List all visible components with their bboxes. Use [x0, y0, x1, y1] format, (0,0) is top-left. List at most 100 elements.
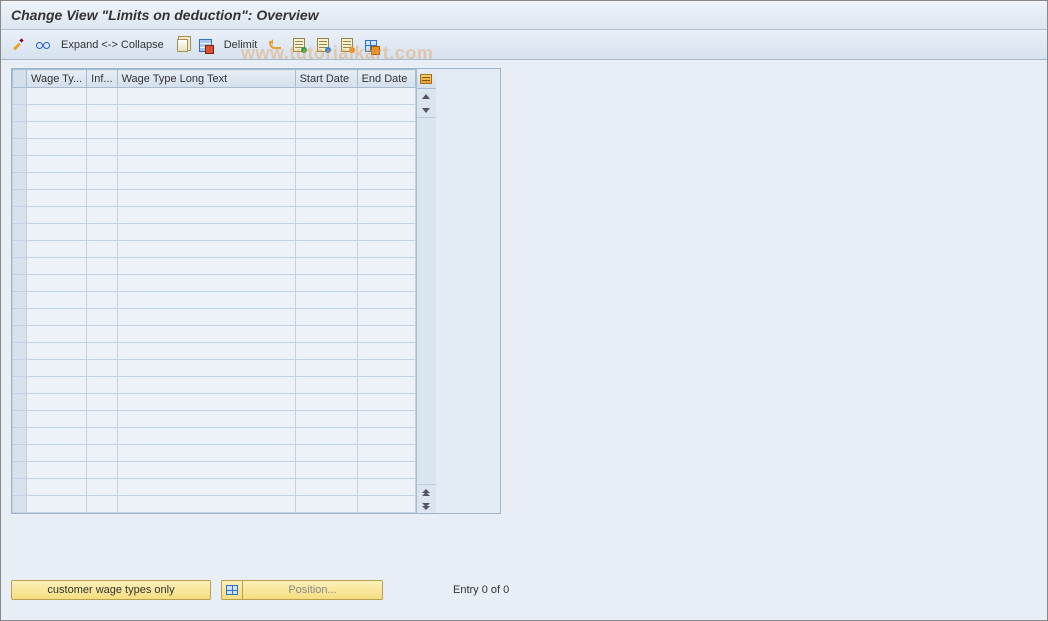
scroll-track[interactable]: [417, 117, 436, 485]
col-long-text[interactable]: Wage Type Long Text: [117, 70, 295, 88]
cell-long-text[interactable]: [117, 377, 295, 394]
cell-start-date[interactable]: [295, 292, 357, 309]
cell-end-date[interactable]: [357, 275, 415, 292]
cell-end-date[interactable]: [357, 394, 415, 411]
data-grid[interactable]: Wage Ty... Inf... Wage Type Long Text St…: [12, 69, 416, 513]
table-row[interactable]: [13, 190, 416, 207]
scroll-page-up-button[interactable]: [417, 485, 436, 499]
cell-long-text[interactable]: [117, 190, 295, 207]
cell-start-date[interactable]: [295, 207, 357, 224]
table-row[interactable]: [13, 207, 416, 224]
cell-wage-type[interactable]: [27, 309, 87, 326]
cell-end-date[interactable]: [357, 462, 415, 479]
cell-wage-type[interactable]: [27, 88, 87, 105]
cell-wage-type[interactable]: [27, 411, 87, 428]
table-row[interactable]: [13, 428, 416, 445]
cell-long-text[interactable]: [117, 428, 295, 445]
cell-end-date[interactable]: [357, 411, 415, 428]
cell-start-date[interactable]: [295, 122, 357, 139]
cell-wage-type[interactable]: [27, 122, 87, 139]
table-row[interactable]: [13, 445, 416, 462]
row-selector[interactable]: [13, 445, 27, 462]
cell-long-text[interactable]: [117, 241, 295, 258]
cell-start-date[interactable]: [295, 343, 357, 360]
cell-start-date[interactable]: [295, 105, 357, 122]
cell-wage-type[interactable]: [27, 462, 87, 479]
col-end-date[interactable]: End Date: [357, 70, 415, 88]
cell-end-date[interactable]: [357, 496, 415, 513]
cell-start-date[interactable]: [295, 479, 357, 496]
cell-end-date[interactable]: [357, 105, 415, 122]
cell-wage-type[interactable]: [27, 496, 87, 513]
table-row[interactable]: [13, 139, 416, 156]
cell-long-text[interactable]: [117, 394, 295, 411]
cell-wage-type[interactable]: [27, 207, 87, 224]
cell-wage-type[interactable]: [27, 428, 87, 445]
row-selector[interactable]: [13, 326, 27, 343]
cell-wage-type[interactable]: [27, 343, 87, 360]
cell-long-text[interactable]: [117, 292, 295, 309]
table-row[interactable]: [13, 360, 416, 377]
row-selector[interactable]: [13, 241, 27, 258]
cell-long-text[interactable]: [117, 309, 295, 326]
row-selector[interactable]: [13, 258, 27, 275]
table-settings-button[interactable]: [361, 35, 381, 55]
table-row[interactable]: [13, 224, 416, 241]
table-row[interactable]: [13, 258, 416, 275]
table-row[interactable]: [13, 105, 416, 122]
variant-b-button[interactable]: [313, 35, 333, 55]
cell-long-text[interactable]: [117, 139, 295, 156]
cell-inf[interactable]: [87, 292, 117, 309]
cell-inf[interactable]: [87, 428, 117, 445]
row-selector[interactable]: [13, 275, 27, 292]
table-row[interactable]: [13, 326, 416, 343]
cell-wage-type[interactable]: [27, 292, 87, 309]
cell-end-date[interactable]: [357, 173, 415, 190]
cell-inf[interactable]: [87, 224, 117, 241]
table-row[interactable]: [13, 122, 416, 139]
cell-inf[interactable]: [87, 462, 117, 479]
cell-long-text[interactable]: [117, 445, 295, 462]
variant-c-button[interactable]: [337, 35, 357, 55]
cell-long-text[interactable]: [117, 411, 295, 428]
cell-end-date[interactable]: [357, 343, 415, 360]
cell-start-date[interactable]: [295, 224, 357, 241]
cell-inf[interactable]: [87, 258, 117, 275]
row-selector[interactable]: [13, 292, 27, 309]
copy-button[interactable]: [172, 35, 192, 55]
cell-long-text[interactable]: [117, 326, 295, 343]
cell-inf[interactable]: [87, 122, 117, 139]
cell-inf[interactable]: [87, 360, 117, 377]
cell-end-date[interactable]: [357, 377, 415, 394]
table-row[interactable]: [13, 343, 416, 360]
expand-collapse-button[interactable]: Expand <-> Collapse: [57, 39, 168, 51]
cell-start-date[interactable]: [295, 88, 357, 105]
row-selector[interactable]: [13, 190, 27, 207]
cell-end-date[interactable]: [357, 224, 415, 241]
cell-inf[interactable]: [87, 173, 117, 190]
cell-wage-type[interactable]: [27, 377, 87, 394]
cell-end-date[interactable]: [357, 139, 415, 156]
row-selector[interactable]: [13, 394, 27, 411]
edit-button[interactable]: [9, 35, 29, 55]
cell-wage-type[interactable]: [27, 445, 87, 462]
col-inf[interactable]: Inf...: [87, 70, 117, 88]
cell-long-text[interactable]: [117, 207, 295, 224]
cell-wage-type[interactable]: [27, 139, 87, 156]
cell-long-text[interactable]: [117, 122, 295, 139]
row-selector-header[interactable]: [13, 70, 27, 88]
cell-start-date[interactable]: [295, 275, 357, 292]
cell-end-date[interactable]: [357, 207, 415, 224]
table-row[interactable]: [13, 241, 416, 258]
customer-wage-types-button[interactable]: customer wage types only: [11, 580, 211, 600]
row-selector[interactable]: [13, 496, 27, 513]
cell-long-text[interactable]: [117, 224, 295, 241]
cell-long-text[interactable]: [117, 258, 295, 275]
row-selector[interactable]: [13, 343, 27, 360]
cell-start-date[interactable]: [295, 377, 357, 394]
cell-inf[interactable]: [87, 241, 117, 258]
cell-start-date[interactable]: [295, 462, 357, 479]
cell-wage-type[interactable]: [27, 258, 87, 275]
table-row[interactable]: [13, 173, 416, 190]
cell-long-text[interactable]: [117, 462, 295, 479]
